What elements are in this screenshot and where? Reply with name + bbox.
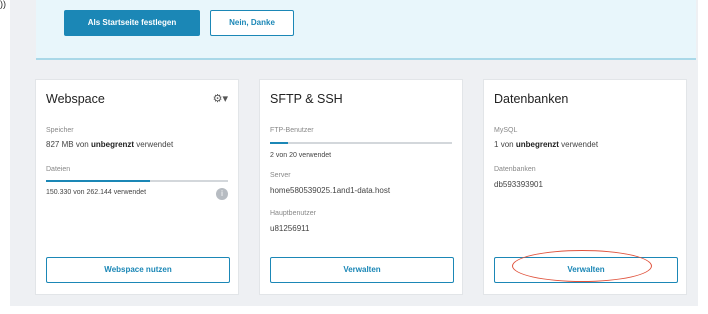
highlight-circle [512,250,652,282]
storage-label: Speicher [46,127,74,134]
ftp-users-progress-fill [270,142,289,144]
dashboard-area: Als Startseite festlegen Nein, Danke Web… [10,0,698,306]
sftp-title: SFTP & SSH [270,92,343,106]
files-progress-bar [46,180,228,182]
server-value: home580539025.1and1-data.host [270,186,391,195]
files-value: 150.330 von 262.144 verwendet [46,189,147,196]
ftp-users-progress-bar [270,142,452,144]
webspace-title: Webspace [46,92,105,106]
mysql-label: MySQL [494,127,518,134]
databases-title: Datenbanken [494,92,569,106]
main-user-value: u81256911 [270,224,310,233]
webspace-card: Webspace ⚙▾ Speicher 827 MB von unbegren… [36,80,238,294]
files-progress-fill [46,180,150,182]
no-thanks-button[interactable]: Nein, Danke [210,10,294,36]
database-value: db593393901 [494,180,543,189]
gear-dropdown-icon[interactable]: ⚙▾ [213,92,228,105]
use-webspace-button[interactable]: Webspace nutzen [46,257,230,283]
mysql-value: 1 von unbegrenzt verwendet [494,140,599,149]
sftp-ssh-card: SFTP & SSH FTP-Benutzer 2 von 20 verwend… [260,80,462,294]
start-page-banner: Als Startseite festlegen Nein, Danke [36,0,696,60]
sftp-manage-button[interactable]: Verwalten [270,257,454,283]
main-user-label: Hauptbenutzer [270,210,316,217]
corner-mark: )) [0,0,6,9]
set-as-start-page-button[interactable]: Als Startseite festlegen [64,10,200,36]
databases-card: Datenbanken MySQL 1 von unbegrenzt verwe… [484,80,686,294]
database-label: Datenbanken [494,166,536,173]
server-label: Server [270,172,291,179]
files-label: Dateien [46,166,71,173]
info-icon[interactable]: i [216,188,228,200]
ftp-users-label: FTP-Benutzer [270,127,314,134]
ftp-users-value: 2 von 20 verwendet [270,152,332,159]
storage-value: 827 MB von unbegrenzt verwendet [46,140,174,149]
